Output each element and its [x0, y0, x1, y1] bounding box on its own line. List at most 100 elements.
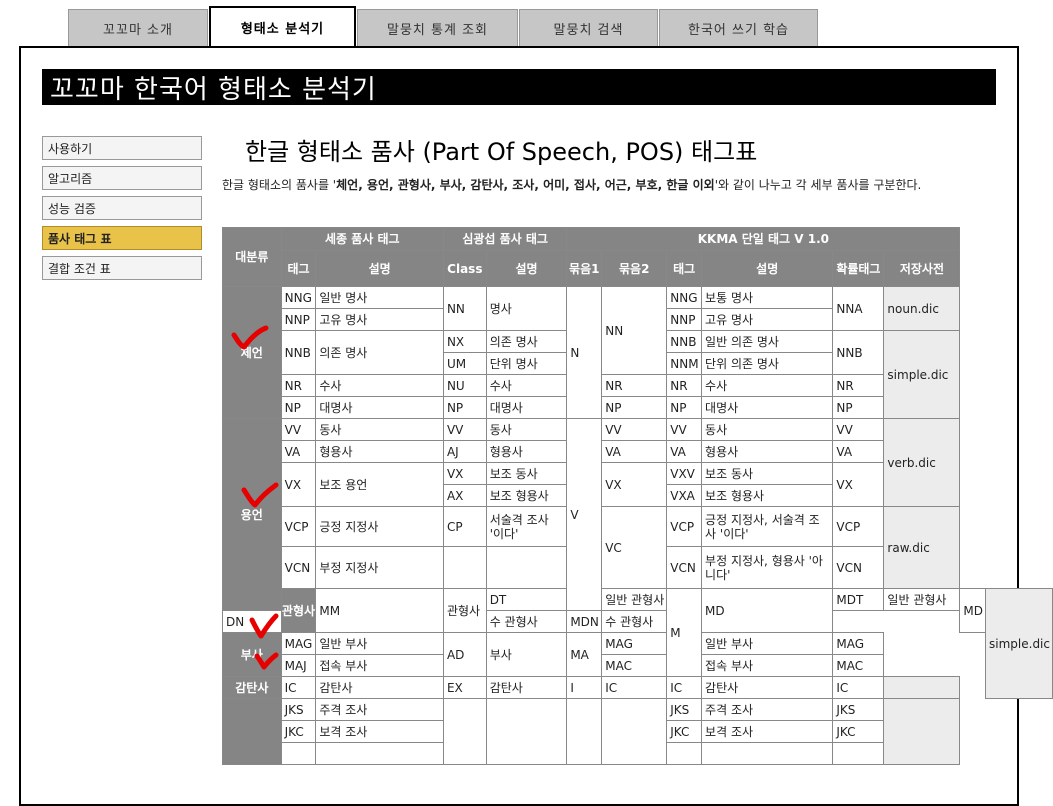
table-row: JKS 주격 조사 JKS 주격 조사 JKS [222, 698, 1053, 765]
header-kkma: KKMA 단일 태그 V 1.0 [566, 227, 961, 251]
kkma-desc: 대명사 [701, 396, 834, 419]
tab-korean-writing[interactable]: 한국어 쓰기 학습 [659, 9, 818, 46]
kkma-desc: 일반 의존 명사 [701, 330, 834, 353]
header-tag: 태그 [280, 250, 317, 287]
kkma-desc: 보격 조사 [701, 720, 834, 743]
shim-desc: 단위 명사 [485, 352, 568, 375]
dict-file-empty [883, 676, 961, 699]
sejong-tag: VX [280, 462, 317, 507]
kkma-desc: 접속 부사 [701, 654, 834, 677]
bundle2: MD [701, 588, 834, 633]
tab-corpus-stats[interactable]: 말뭉치 통계 조회 [357, 9, 518, 46]
kkma-tag: JKC [666, 720, 703, 743]
check-stroke [254, 652, 279, 670]
sidebar-item-pos-tag-table[interactable]: 품사 태그 표 [42, 226, 202, 250]
sejong-desc: 보격 조사 [315, 720, 444, 743]
check-stroke [249, 613, 279, 639]
bundle2: VV [601, 418, 668, 441]
sejong-desc: 감탄사 [315, 676, 444, 699]
header-kkma-desc: 설명 [701, 250, 834, 287]
prob-tag: VA [832, 440, 885, 463]
sidebar-item-combination-table[interactable]: 결합 조건 표 [42, 256, 202, 280]
category-interjection: 감탄사 [222, 676, 282, 699]
tab-corpus-search[interactable]: 말뭉치 검색 [519, 9, 658, 46]
shim-desc: 보조 동사 [485, 462, 568, 485]
check-stroke [241, 482, 279, 508]
bundle2: VA [601, 440, 668, 463]
bundle1-empty [566, 698, 603, 765]
sidebar-item-performance[interactable]: 성능 검증 [42, 196, 202, 220]
sidebar-item-algorithm[interactable]: 알고리즘 [42, 166, 202, 190]
sejong-desc: 접속 부사 [315, 654, 444, 677]
sejong-tag: VCN [280, 546, 317, 589]
red-check-mark-icon [249, 613, 279, 639]
prob-tag: JKS [832, 698, 885, 721]
kkma-tag: NNM [666, 352, 703, 375]
prob-tag-empty [832, 742, 885, 765]
intro-prefix: 한글 형태소의 품사를 ' [222, 178, 337, 192]
prob-tag: NNA [832, 286, 885, 331]
prob-tag: JKC [832, 720, 885, 743]
kkma-desc: 고유 명사 [701, 308, 834, 331]
red-check-mark-icon [231, 325, 269, 350]
shim-desc: 대명사 [485, 396, 568, 419]
bundle2: VX [601, 462, 668, 507]
prob-tag: NNB [832, 330, 885, 375]
kkma-desc: 형용사 [701, 440, 834, 463]
kkma-tag: MAC [601, 654, 668, 677]
sidebar-item-usage[interactable]: 사용하기 [42, 136, 202, 160]
kkma-tag: NNP [666, 308, 703, 331]
sejong-tag: JKC [280, 720, 317, 743]
bundle2: MA [566, 632, 603, 677]
sejong-tag: NNG [280, 286, 317, 309]
kkma-desc: 주격 조사 [701, 698, 834, 721]
kkma-tag: VXA [666, 484, 703, 507]
kkma-tag: MDN [566, 610, 603, 633]
kkma-tag: MDT [832, 588, 885, 611]
dict-file: simple.dic [883, 330, 961, 419]
category-determiner: 관형사 [280, 588, 317, 633]
shim-desc: 수사 [485, 374, 568, 397]
tab-kkokkoma-intro[interactable]: 꼬꼬마 소개 [68, 9, 208, 46]
shim-desc: 서술격 조사 '이다' [485, 506, 568, 547]
kkma-tag: NR [666, 374, 703, 397]
shim-desc-empty [485, 698, 568, 765]
prob-tag: MAG [832, 632, 885, 655]
kkma-tag: VCN [666, 546, 703, 589]
intro-bold-categories: 체언, 용언, 관형사, 부사, 감탄사, 조사, 어미, 접사, 어근, 부호… [336, 178, 715, 192]
kkma-tag-empty [666, 742, 703, 765]
check-stroke [231, 325, 269, 350]
prob-tag: VV [832, 418, 885, 441]
kkma-desc: 부정 지정사, 형용사 '아니다' [701, 546, 834, 589]
kkma-desc: 일반 관형사 [883, 588, 961, 611]
kkma-desc: 단위 의존 명사 [701, 352, 834, 375]
sejong-desc-empty [315, 742, 444, 765]
dict-file: raw.dic [883, 506, 961, 589]
table-row: MAJ 접속 부사 MAC 접속 부사 MAC [223, 654, 1053, 677]
shim-desc: 보조 형용사 [485, 484, 568, 507]
sejong-desc: 대명사 [315, 396, 444, 419]
shim-class: CP [442, 506, 487, 547]
sejong-tag: MM [315, 588, 444, 633]
bundle2: VC [601, 506, 668, 589]
pos-tag-table: 대분류 세종 품사 태그 심광섭 품사 태그 KKMA 단일 태그 V 1.0 … [222, 227, 1053, 765]
tab-morph-analyzer[interactable]: 형태소 분석기 [209, 6, 356, 46]
sejong-tag: MAG [280, 632, 317, 655]
sidebar: 사용하기 알고리즘 성능 검증 품사 태그 표 결합 조건 표 [42, 136, 202, 286]
kkma-tag: VV [666, 418, 703, 441]
table-row: VCP 긍정 지정사 CP 서술격 조사 '이다' VC VCP 긍정 지정사,… [223, 506, 1053, 589]
sejong-tag: JKS [280, 698, 317, 721]
table-row: 감탄사 IC 감탄사 EX 감탄사 I IC IC 감탄사 IC [222, 676, 1053, 699]
header-dict: 저장사전 [883, 250, 961, 287]
sejong-tag: NR [280, 374, 317, 397]
shim-desc-empty [485, 546, 568, 589]
kkma-tag: VA [666, 440, 703, 463]
shim-desc: 일반 관형사 [601, 588, 668, 611]
header-prob-tag: 확률태그 [832, 250, 885, 287]
shim-class: DT [485, 588, 568, 611]
sejong-tag-empty [280, 742, 317, 765]
kkma-tag: NNG [666, 286, 703, 309]
shim-desc: 명사 [485, 286, 568, 331]
shim-class: AD [442, 632, 487, 677]
sejong-desc: 수사 [315, 374, 444, 397]
